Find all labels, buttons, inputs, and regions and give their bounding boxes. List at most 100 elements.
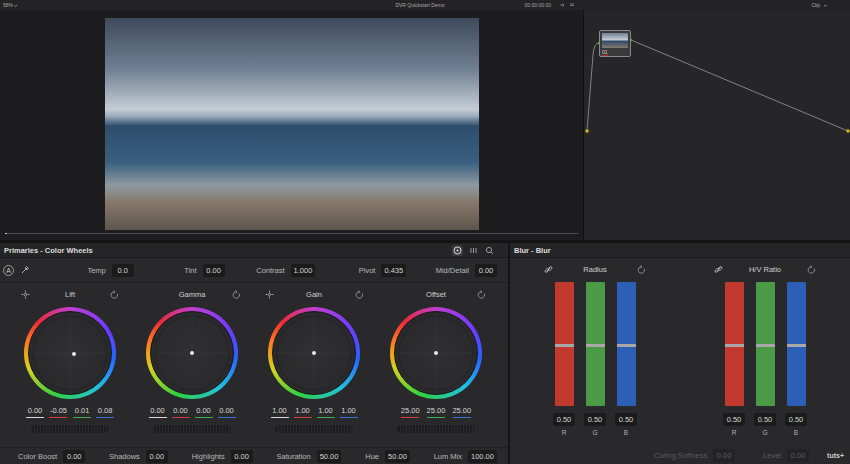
reset-icon[interactable]: [477, 290, 486, 299]
channel-value[interactable]: 0.00: [25, 405, 45, 416]
channel-slider[interactable]: [787, 282, 806, 406]
crosshair-icon[interactable]: [21, 290, 30, 299]
channel-value[interactable]: 1.00: [270, 405, 290, 416]
wheel-value[interactable]: 1.00: [339, 405, 359, 418]
channel-value[interactable]: 25.00: [399, 405, 422, 416]
channel-slider[interactable]: [756, 282, 775, 406]
channel-value[interactable]: 0.50: [615, 413, 637, 426]
wheel-puck[interactable]: [434, 351, 438, 355]
channel-value[interactable]: 0.50: [553, 413, 575, 426]
crosshair-icon[interactable]: [265, 290, 274, 299]
control-value[interactable]: 50.00: [385, 450, 410, 463]
scrub-playhead[interactable]: [5, 233, 7, 234]
channel-value[interactable]: 1.00: [316, 405, 336, 416]
reset-icon[interactable]: [232, 290, 241, 299]
channel-value[interactable]: 0.00: [148, 405, 168, 416]
control-value[interactable]: 0.00: [146, 450, 168, 463]
channel-slider[interactable]: [725, 282, 744, 406]
wheel-value[interactable]: 0.00: [217, 405, 237, 418]
channel-value[interactable]: 0.00: [194, 405, 214, 416]
adjustment-value[interactable]: 0.0: [112, 264, 134, 277]
control-value[interactable]: 0.00: [63, 450, 85, 463]
channel-value[interactable]: 0.50: [754, 413, 776, 426]
adjustment-value[interactable]: 0.435: [381, 264, 406, 277]
control-value[interactable]: 100.00: [468, 450, 497, 463]
slider-handle[interactable]: [586, 344, 605, 406]
channel-value[interactable]: 0.08: [95, 405, 115, 416]
channel-value[interactable]: 25.00: [450, 405, 473, 416]
channel-value[interactable]: 0.50: [785, 413, 807, 426]
wheel-value[interactable]: 1.00: [293, 405, 313, 418]
reset-icon[interactable]: [355, 290, 364, 299]
wheel-value[interactable]: 0.00: [148, 405, 168, 418]
slider-handle[interactable]: [617, 344, 636, 406]
master-jog-wheel[interactable]: [397, 425, 475, 433]
wheel-value[interactable]: 25.00: [399, 405, 422, 418]
wheel-face[interactable]: [272, 311, 356, 395]
wheel-value[interactable]: 25.00: [450, 405, 473, 418]
channel-slider[interactable]: [555, 282, 574, 406]
color-wheel[interactable]: [268, 307, 360, 399]
slider-handle[interactable]: [725, 344, 744, 406]
wheel-face[interactable]: [394, 311, 478, 395]
picker-icon[interactable]: [20, 265, 30, 275]
channel-value[interactable]: 1.00: [339, 405, 359, 416]
adjustment-value[interactable]: 1.000: [291, 264, 316, 277]
scrub-bar[interactable]: [5, 233, 578, 234]
link-icon[interactable]: [714, 265, 723, 274]
channel-slider[interactable]: [617, 282, 636, 406]
wheel-puck[interactable]: [72, 352, 76, 356]
view-mode-button[interactable]: [452, 245, 463, 256]
view-mode-button[interactable]: [468, 245, 479, 256]
master-jog-wheel[interactable]: [275, 425, 353, 433]
adjustment: Contrast1.000: [225, 264, 316, 277]
wheel-face[interactable]: [28, 311, 112, 395]
auto-balance-button[interactable]: A: [3, 265, 14, 276]
menu-icon[interactable]: [569, 2, 575, 8]
wheel-puck[interactable]: [190, 351, 194, 355]
control-value[interactable]: 0.00: [231, 450, 253, 463]
reset-icon[interactable]: [807, 265, 816, 274]
color-wheel[interactable]: [24, 307, 116, 399]
dropdown-icon[interactable]: [823, 3, 828, 8]
channel-value[interactable]: 0.01: [72, 405, 92, 416]
dropdown-icon[interactable]: [13, 3, 18, 8]
channel-slider[interactable]: [586, 282, 605, 406]
wheel-value[interactable]: 0.00: [194, 405, 214, 418]
link-icon[interactable]: [544, 265, 553, 274]
zoom-level[interactable]: 58%: [3, 2, 13, 8]
color-node[interactable]: 01: [599, 30, 631, 57]
wheel-value[interactable]: 0.00: [25, 405, 45, 418]
wheel-value[interactable]: 0.00: [171, 405, 191, 418]
wheel-value[interactable]: 1.00: [316, 405, 336, 418]
channel-value[interactable]: 0.00: [171, 405, 191, 416]
channel-value[interactable]: -0.05: [48, 405, 69, 416]
wheel-value[interactable]: 0.08: [95, 405, 115, 418]
color-wheel[interactable]: [146, 307, 238, 399]
control-value[interactable]: 50.00: [317, 450, 342, 463]
channel-value[interactable]: 0.50: [723, 413, 745, 426]
wheel-value[interactable]: 25.00: [425, 405, 448, 418]
channel-value[interactable]: 0.00: [217, 405, 237, 416]
wheel-value[interactable]: -0.05: [48, 405, 69, 418]
master-jog-wheel[interactable]: [31, 425, 109, 433]
master-jog-wheel[interactable]: [153, 425, 231, 433]
wheel-face[interactable]: [150, 311, 234, 395]
view-mode-button[interactable]: [484, 245, 495, 256]
reset-icon[interactable]: [637, 265, 646, 274]
wheel-value[interactable]: 0.01: [72, 405, 92, 418]
adjustment-value[interactable]: 0.00: [475, 264, 497, 277]
adjustment-value[interactable]: 0.00: [203, 264, 225, 277]
reset-icon[interactable]: [110, 290, 119, 299]
color-wheel[interactable]: [390, 307, 482, 399]
channel-value[interactable]: 0.50: [584, 413, 606, 426]
slider-handle[interactable]: [787, 344, 806, 406]
arrow-icon[interactable]: [559, 2, 565, 8]
channel-value[interactable]: 1.00: [293, 405, 313, 416]
channel-value[interactable]: 25.00: [425, 405, 448, 416]
wheel-value[interactable]: 1.00: [270, 405, 290, 418]
slider-handle[interactable]: [555, 344, 574, 406]
wheel-puck[interactable]: [312, 351, 316, 355]
slider-handle[interactable]: [756, 344, 775, 406]
node-mode-select[interactable]: Clip: [811, 2, 820, 8]
